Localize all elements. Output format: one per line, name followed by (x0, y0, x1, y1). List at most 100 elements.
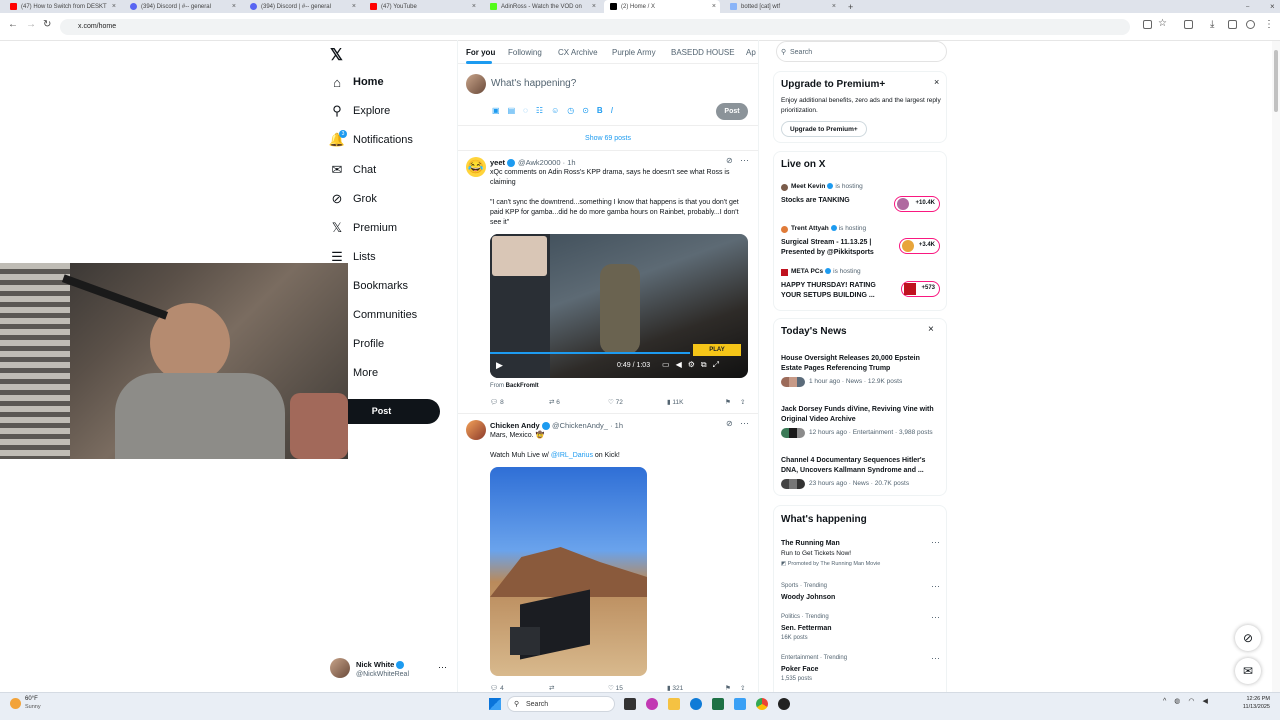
profile-icon[interactable] (1246, 20, 1255, 29)
browser-tab-active[interactable]: (2) Home / X × (604, 0, 720, 13)
chrome-icon[interactable] (756, 698, 768, 710)
minimize-button[interactable]: – (1240, 0, 1252, 13)
volume-icon[interactable]: ◀ (676, 360, 688, 369)
image-icon[interactable]: ▣ (492, 106, 508, 115)
live-item[interactable]: Trent Attyah is hosting Surgical Stream -… (781, 225, 947, 261)
clock-date[interactable]: 11/13/2025 (1234, 704, 1270, 710)
tweet-more-icon[interactable]: ⋯ (740, 155, 749, 166)
poll-icon[interactable]: ☷ (536, 106, 551, 115)
video-progress[interactable] (490, 352, 690, 354)
close-icon[interactable]: × (832, 3, 836, 10)
grok-icon[interactable]: ◌ (523, 106, 536, 115)
browser-tab[interactable]: (47) How to Switch from DESKT × (4, 0, 120, 13)
menu-icon[interactable]: ⋮ (1264, 19, 1274, 30)
copilot-icon[interactable] (646, 698, 658, 710)
close-icon[interactable]: × (928, 324, 934, 335)
news-item[interactable]: Channel 4 Documentary Sequences Hitler's… (781, 456, 943, 496)
play-icon[interactable]: ▶ (496, 360, 503, 371)
scrollbar-thumb[interactable] (1274, 50, 1278, 112)
close-icon[interactable]: × (712, 3, 716, 10)
nav-item-home[interactable]: ⌂ Home (330, 72, 384, 92)
composer-post-button[interactable]: Post (716, 103, 748, 120)
location-icon[interactable]: ⊙ (582, 106, 597, 115)
trend-more-icon[interactable]: ⋯ (931, 537, 940, 548)
file-explorer-icon[interactable] (668, 698, 680, 710)
weather-icon[interactable] (10, 698, 21, 709)
reply-button[interactable]: 💬︎ 4 (490, 684, 504, 692)
mention-link[interactable]: @IRL_Darius (551, 452, 593, 459)
grok-icon[interactable]: ⊘ (726, 419, 733, 428)
repost-button[interactable]: ⇄ (549, 684, 554, 692)
upgrade-button[interactable]: Upgrade to Premium+ (781, 121, 867, 137)
reload-icon[interactable]: ↻ (43, 19, 51, 30)
browser-tab[interactable]: botted [cat] wtf × (724, 0, 840, 13)
trend-more-icon[interactable]: ⋯ (931, 653, 940, 664)
tweet-author[interactable]: yeet (490, 158, 517, 168)
tweet-handle[interactable]: @ChickenAndy_ · 1h (552, 421, 623, 430)
bold-icon[interactable]: B (597, 106, 611, 115)
edge-icon[interactable] (690, 698, 702, 710)
tab-following[interactable]: Following (508, 48, 542, 57)
settings-icon[interactable]: ⚙ (688, 360, 701, 369)
emoji-icon[interactable]: ☺ (551, 106, 567, 115)
captions-icon[interactable]: ▭ (662, 360, 676, 369)
url-field[interactable]: x.com/home (60, 19, 1130, 35)
tweet[interactable]: Chicken Andy @ChickenAndy_ · 1h ⊘ ⋯ Mars… (458, 414, 758, 692)
scrollbar[interactable] (1272, 41, 1280, 692)
show-new-posts[interactable]: Show 69 posts (458, 127, 758, 151)
excel-icon[interactable] (712, 698, 724, 710)
schedule-icon[interactable]: ◷ (567, 106, 582, 115)
tweet[interactable]: 😂 yeet @Awk20000 · 1h ⊘ ⋯ xQc comments o… (458, 151, 758, 414)
tweet-author[interactable]: Chicken Andy (490, 421, 552, 431)
nav-item-premium[interactable]: 𝕏 Premium (330, 218, 397, 238)
video-player[interactable]: PLAY ▶ 0:49 / 1:03 ▭◀⚙⧉⤢ (490, 234, 748, 378)
news-item[interactable]: Jack Dorsey Funds diVine, Reviving Vine … (781, 405, 943, 445)
wifi-icon[interactable]: ◠ (1188, 698, 1202, 705)
bookmark-icon[interactable]: ⚑ (725, 398, 731, 406)
avatar[interactable] (330, 658, 350, 678)
x-logo-icon[interactable]: 𝕏 (330, 45, 343, 65)
news-item[interactable]: House Oversight Releases 20,000 Epstein … (781, 354, 943, 394)
avatar[interactable] (466, 420, 486, 440)
views-button[interactable]: ▮ 11K (667, 398, 683, 406)
italic-icon[interactable]: I (611, 106, 621, 115)
close-icon[interactable]: × (934, 77, 939, 87)
share-icon[interactable]: ⇪ (740, 398, 745, 406)
trend-item[interactable]: The Running Man Run to Get Tickets Now! … (781, 537, 943, 575)
close-window-button[interactable]: × (1264, 0, 1278, 13)
trend-item[interactable]: Entertainment · Trending Poker Face 1,53… (781, 653, 943, 687)
chevron-up-icon[interactable]: ^ (1163, 698, 1174, 705)
close-icon[interactable]: × (592, 3, 596, 10)
share-icon[interactable]: ⇪ (740, 684, 745, 692)
gif-icon[interactable]: ▤ (508, 106, 524, 115)
search-input[interactable]: ⚲ Search (776, 41, 947, 62)
live-item[interactable]: Meet Kevin is hosting Stocks are TANKING … (781, 183, 947, 219)
app-icon[interactable] (734, 698, 746, 710)
tab-overflow[interactable]: Ap (746, 48, 758, 57)
browser-tab[interactable]: (394) Discord | #-- general × (124, 0, 240, 13)
composer-input[interactable]: What's happening? (491, 78, 576, 89)
taskbar-search[interactable]: ⚲ Search (507, 696, 615, 712)
tweet-image[interactable] (490, 467, 647, 676)
trend-item[interactable]: Politics · Trending Sen. Fetterman 16K p… (781, 612, 943, 646)
nav-item-grok[interactable]: ⊘ Grok (330, 189, 377, 209)
tab-cx-archive[interactable]: CX Archive (558, 48, 598, 57)
close-icon[interactable]: × (232, 3, 236, 10)
new-tab-button[interactable]: + (842, 0, 856, 13)
like-button[interactable]: ♡ 72 (608, 398, 623, 406)
download-icon[interactable]: ⤓ (1210, 19, 1214, 30)
back-icon[interactable]: ← (8, 19, 18, 30)
pip-icon[interactable]: ⧉ (701, 360, 713, 369)
reply-button[interactable]: 💬︎ 8 (490, 398, 504, 406)
views-button[interactable]: ▮ 321 (667, 684, 683, 692)
bookmark-icon[interactable]: ⚑ (725, 684, 731, 692)
trend-item[interactable]: Sports · Trending Woody Johnson ⋯ (781, 581, 943, 609)
star-icon[interactable]: ☆ (1158, 18, 1167, 29)
windows-start-icon[interactable] (489, 698, 501, 710)
fullscreen-icon[interactable]: ⤢ (713, 360, 725, 369)
tab-basedd-house[interactable]: BASEDD HOUSE (671, 48, 735, 57)
volume-icon[interactable]: ◀ (1203, 698, 1216, 705)
task-view-icon[interactable] (624, 698, 636, 710)
tab-for-you[interactable]: For you (466, 48, 495, 57)
repost-button[interactable]: ⇄ 6 (549, 398, 560, 406)
